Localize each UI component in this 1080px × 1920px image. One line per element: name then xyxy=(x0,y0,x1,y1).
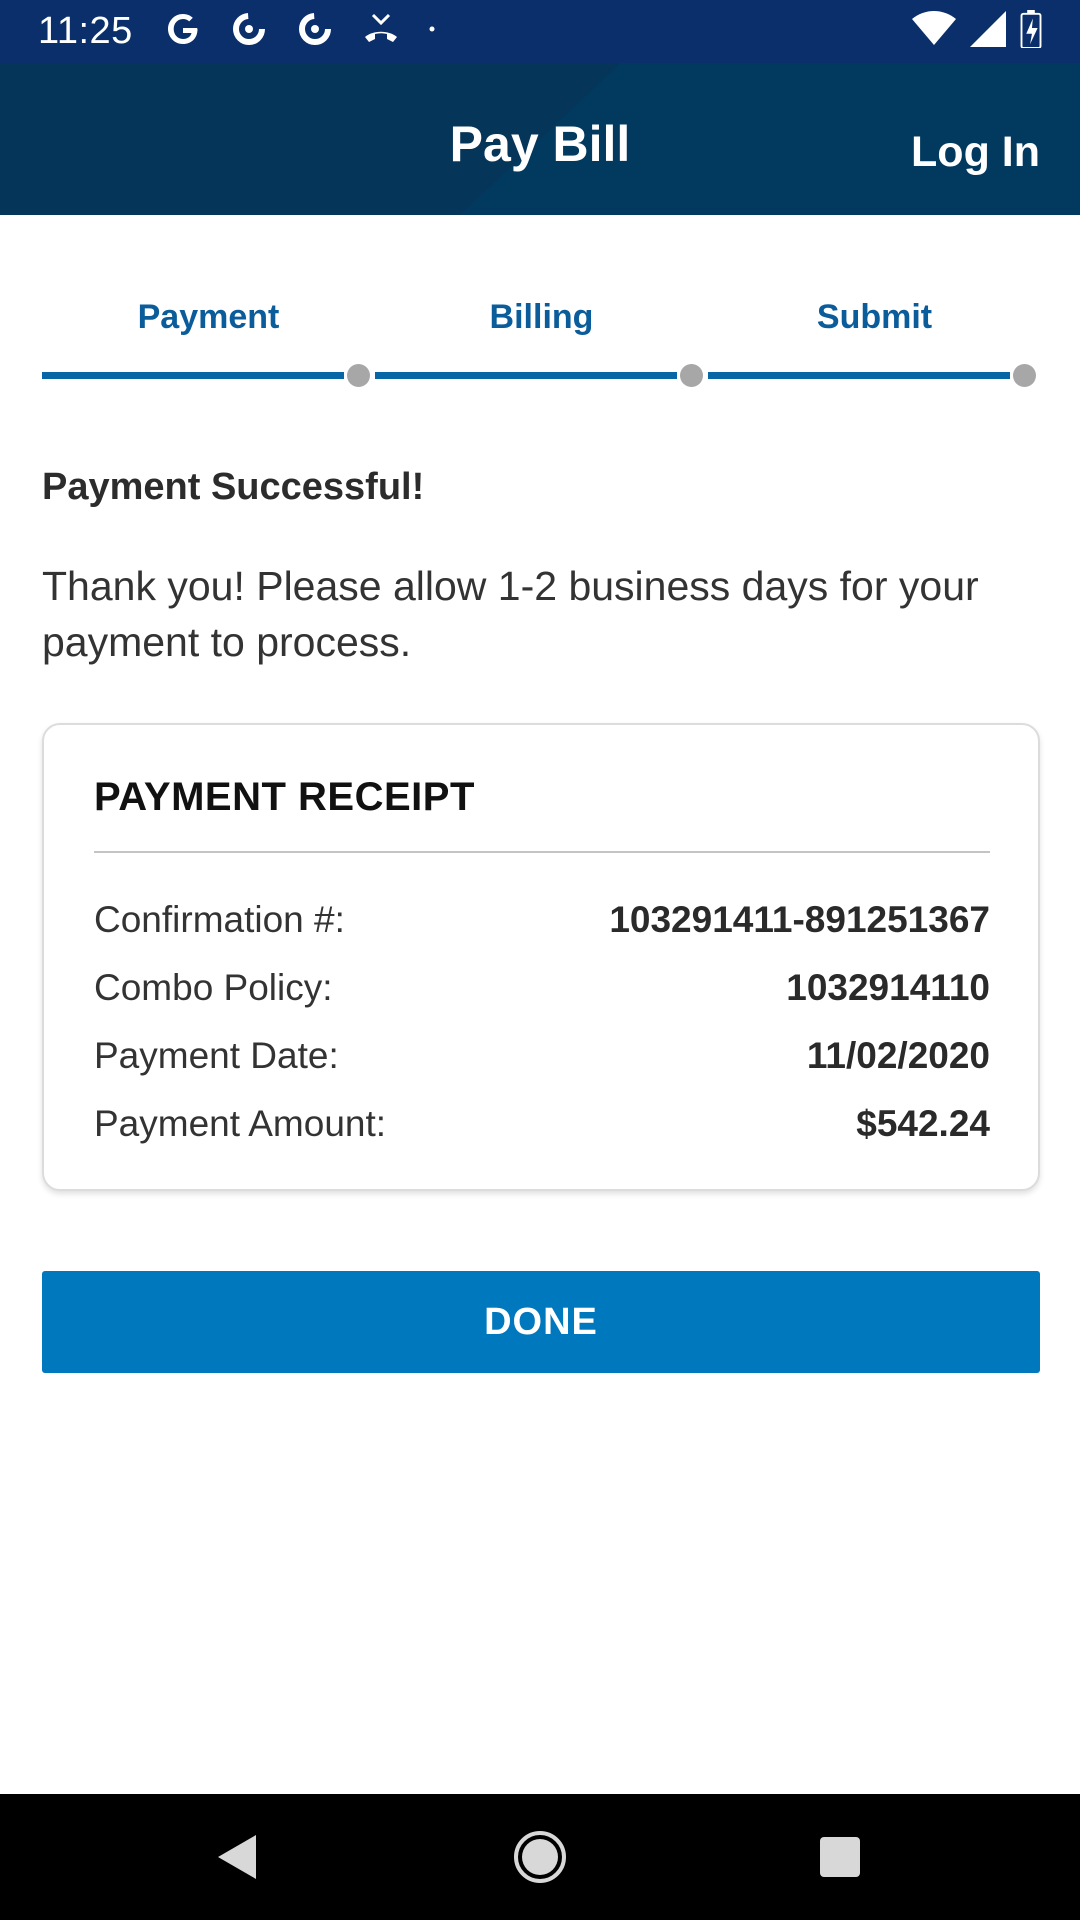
pocket-casts-icon xyxy=(295,9,335,54)
progress-stepper: Payment Billing Submit xyxy=(42,290,1040,390)
receipt-label: Payment Date: xyxy=(94,1035,339,1076)
app-header: Pay Bill Log In xyxy=(0,63,1080,215)
receipt-label: Payment Amount: xyxy=(94,1103,387,1144)
success-message: Thank you! Please allow 1-2 business day… xyxy=(42,563,979,665)
receipt-divider xyxy=(94,851,990,853)
step-payment[interactable]: Payment xyxy=(42,298,375,337)
step-bar-submit xyxy=(708,372,1010,379)
receipt-row-policy: Combo Policy: 1032914110 xyxy=(94,958,990,1018)
step-dot-billing xyxy=(680,364,703,387)
done-button[interactable]: DONE xyxy=(42,1271,1040,1373)
login-link[interactable]: Log In xyxy=(911,128,1040,177)
google-icon xyxy=(163,9,203,54)
notification-icons xyxy=(163,9,447,54)
payment-date: 11/02/2020 xyxy=(806,1035,990,1076)
battery-icon xyxy=(1020,10,1042,53)
recents-icon[interactable] xyxy=(812,1829,868,1885)
status-bar: 11:25 xyxy=(0,0,1080,63)
pocket-casts-icon xyxy=(229,9,269,54)
signal-icon xyxy=(970,10,1006,53)
receipt-row-date: Payment Date: 11/02/2020 xyxy=(94,1026,990,1086)
missed-call-icon xyxy=(361,9,401,54)
step-submit[interactable]: Submit xyxy=(708,298,1041,337)
step-dot-submit xyxy=(1013,364,1036,387)
step-dot-payment xyxy=(347,364,370,387)
payment-amount: $542.24 xyxy=(856,1103,990,1144)
pay-bill-screen: 11:25 Pay Bill Log In Payment Billing Su… xyxy=(0,0,1080,1920)
status-time: 11:25 xyxy=(38,10,133,52)
back-icon[interactable] xyxy=(212,1829,268,1885)
payment-receipt-card: PAYMENT RECEIPT Confirmation #: 10329141… xyxy=(42,723,1040,1191)
step-bar-billing xyxy=(375,372,677,379)
dot-icon xyxy=(427,9,447,54)
receipt-label: Confirmation #: xyxy=(94,899,345,940)
home-icon[interactable] xyxy=(512,1829,568,1885)
receipt-row-confirmation: Confirmation #: 103291411-891251367 xyxy=(94,890,990,950)
success-heading: Payment Successful! xyxy=(42,466,425,508)
step-bar-payment xyxy=(42,372,344,379)
receipt-title: PAYMENT RECEIPT xyxy=(94,775,475,819)
wifi-icon xyxy=(912,10,956,53)
confirmation-number: 103291411-891251367 xyxy=(609,899,990,940)
policy-number: 1032914110 xyxy=(786,967,990,1008)
system-icons xyxy=(912,10,1042,53)
navigation-bar xyxy=(0,1794,1080,1920)
step-billing[interactable]: Billing xyxy=(375,298,708,337)
receipt-row-amount: Payment Amount: $542.24 xyxy=(94,1094,990,1154)
receipt-label: Combo Policy: xyxy=(94,967,333,1008)
